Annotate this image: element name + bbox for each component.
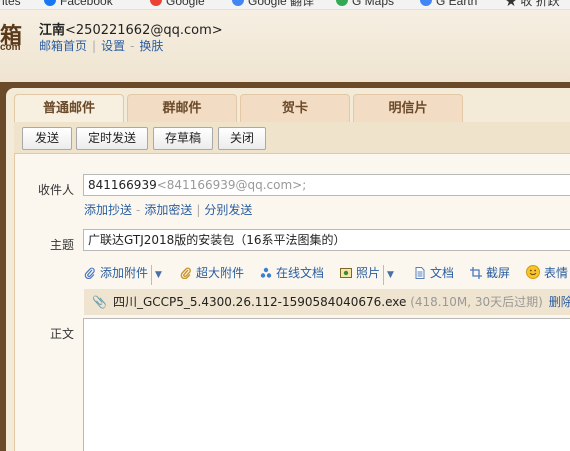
translate-icon <box>232 0 244 6</box>
recipient-options: 添加抄送 - 添加密送 | 分别发送 <box>84 203 253 217</box>
add-attachment-button[interactable]: 添加附件 ▼ <box>84 263 162 285</box>
earth-icon <box>420 0 432 6</box>
bookmark-maps[interactable]: G Maps <box>336 0 394 8</box>
to-label: 收件人 <box>37 183 74 197</box>
bookmark-earth[interactable]: G Earth <box>420 0 477 8</box>
attachment-clip-icon: 📎 <box>92 295 107 309</box>
emoji-icon <box>526 265 540 279</box>
tab-normal-mail[interactable]: 普通邮件 <box>14 94 124 124</box>
body-label: 正文 <box>49 327 74 341</box>
bookmark-facebook[interactable]: Facebook <box>44 0 113 8</box>
link-settings[interactable]: 设置 <box>101 39 125 53</box>
screenshot-icon <box>470 267 482 279</box>
attached-file: 📎 四川_GCCP5_5.4300.26.112-1590584040676.ex… <box>84 289 570 315</box>
document-button[interactable]: 文档 <box>414 263 454 283</box>
schedule-send-button[interactable]: 定时发送 <box>76 127 148 150</box>
attached-file-name: 四川_GCCP5_5.4300.26.112-1590584040676.exe <box>112 295 407 309</box>
bookmark-google[interactable]: Google <box>150 0 205 8</box>
account-name: 江南<250221662@qq.com> <box>39 23 223 38</box>
online-doc-button[interactable]: 在线文档 <box>260 263 324 283</box>
to-field[interactable]: 841166939<841166939@qq.com>; <box>83 174 570 196</box>
paperclip-large-icon <box>180 267 191 279</box>
subject-field[interactable]: 广联达GTJ2018版的安装包（16系平法图集的） <box>83 229 570 251</box>
mail-logo-domain: com <box>0 42 21 53</box>
send-button[interactable]: 发送 <box>22 127 72 150</box>
large-attachment-button[interactable]: 超大附件 <box>180 263 244 283</box>
save-draft-button[interactable]: 存草稿 <box>153 127 213 150</box>
photo-button[interactable]: 照片 ▼ <box>340 263 394 285</box>
close-button[interactable]: 关闭 <box>218 127 266 150</box>
add-cc-link[interactable]: 添加抄送 <box>84 203 132 217</box>
subject-label: 主题 <box>49 238 74 252</box>
bookmarks-bar: …ntes Facebook Google Google 翻译 G Maps G… <box>0 0 570 10</box>
add-bcc-link[interactable]: 添加密送 <box>144 203 192 217</box>
facebook-icon <box>44 0 56 6</box>
paperclip-icon <box>84 267 95 279</box>
delete-attachment-link[interactable]: 删除 <box>549 295 570 309</box>
attached-file-info: (418.10M, 30天后过期) <box>410 295 543 309</box>
link-change-skin[interactable]: 换肤 <box>139 39 163 53</box>
online-doc-icon <box>260 267 272 278</box>
account-links: 邮箱首页 | 设置 - 换肤 <box>39 39 164 53</box>
bookmark-google-translate[interactable]: Google 翻译 <box>232 0 314 8</box>
link-mailbox-home[interactable]: 邮箱首页 <box>39 39 87 53</box>
screenshot-button[interactable]: 截屏 <box>470 263 510 283</box>
google-icon <box>150 0 162 6</box>
message-body-editor[interactable] <box>83 318 570 451</box>
add-attachment-dropdown[interactable]: ▼ <box>151 265 162 285</box>
tab-postcard[interactable]: 明信片 <box>353 94 463 122</box>
maps-icon <box>336 0 348 6</box>
tab-greeting-card[interactable]: 贺卡 <box>240 94 350 122</box>
bookmark-item[interactable]: …ntes <box>0 0 21 8</box>
bookmark-folder[interactable]: ★ 收 折跃 <box>505 0 560 8</box>
document-icon <box>415 267 425 279</box>
tab-group-mail[interactable]: 群邮件 <box>127 94 237 122</box>
photo-icon <box>340 268 352 278</box>
photo-dropdown[interactable]: ▼ <box>383 265 394 285</box>
separate-send-link[interactable]: 分别发送 <box>204 203 252 217</box>
emoji-button[interactable]: 表情 <box>526 263 568 283</box>
